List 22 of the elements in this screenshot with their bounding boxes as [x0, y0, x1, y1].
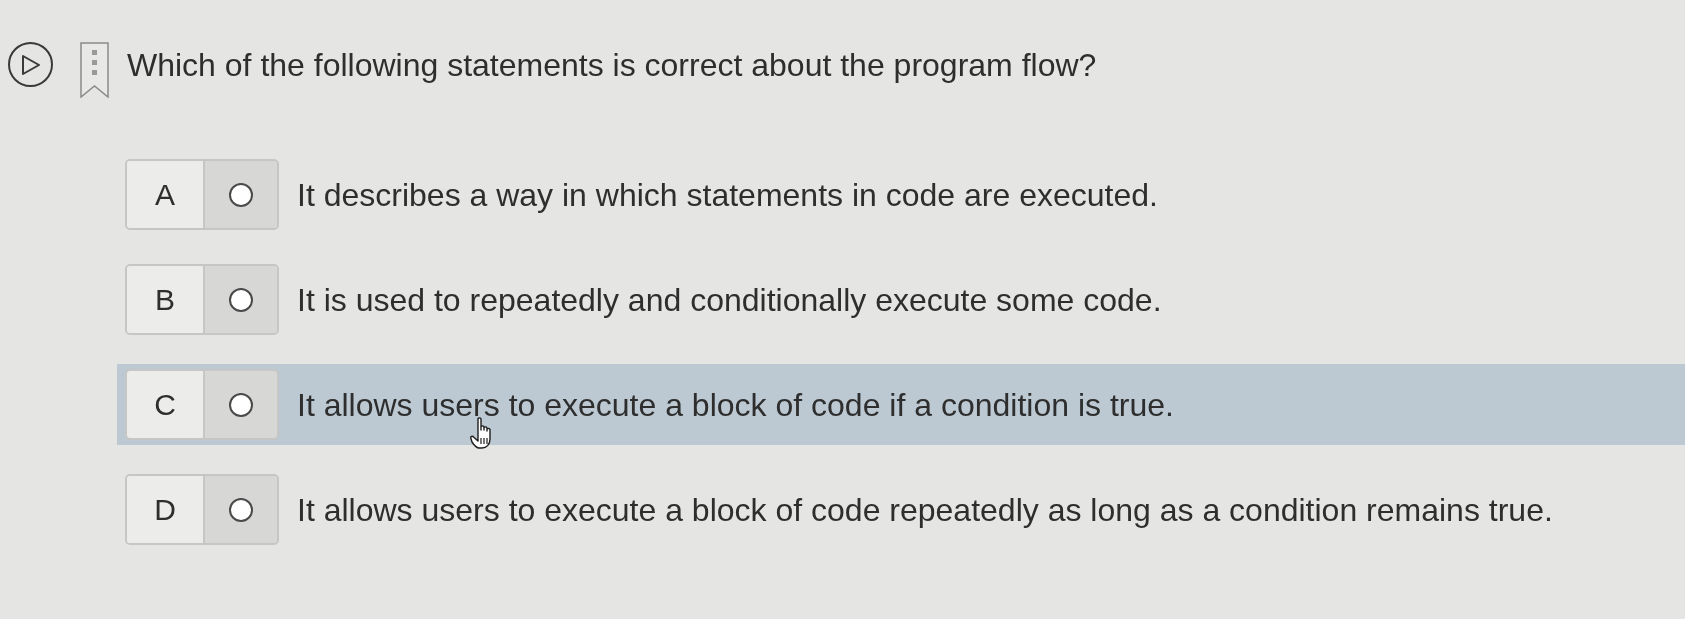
option-row[interactable]: B It is used to repeatedly and conditionally execute some code. — [117, 259, 1685, 340]
play-button[interactable] — [8, 42, 53, 87]
radio-button[interactable] — [229, 182, 253, 207]
option-choice-box[interactable]: B — [125, 264, 279, 335]
option-letter: D — [127, 476, 205, 543]
option-text: It allows users to execute a block of code if a condition is true. — [297, 385, 1174, 424]
option-text: It describes a way in which statements in code are executed. — [297, 175, 1158, 214]
option-text: It is used to repeatedly and conditionally execute some code. — [297, 280, 1162, 319]
option-letter: A — [127, 161, 205, 228]
option-choice-box[interactable]: C — [125, 369, 279, 440]
radio-button[interactable] — [229, 392, 253, 417]
option-letter: C — [127, 371, 205, 438]
question-text: Which of the following statements is correct about the program flow? — [127, 46, 1097, 84]
option-row[interactable]: D It allows users to execute a block of code repeatedly as long as a condition remains true. — [117, 469, 1685, 550]
option-choice-box[interactable]: D — [125, 474, 279, 545]
option-choice-box[interactable]: A — [125, 159, 279, 230]
radio-button[interactable] — [229, 497, 253, 522]
option-row[interactable]: A It describes a way in which statements in code are executed. — [117, 154, 1685, 235]
play-icon — [20, 53, 41, 76]
option-text: It allows users to execute a block of code repeatedly as long as a condition remains true. — [297, 490, 1553, 529]
radio-button[interactable] — [229, 287, 253, 312]
option-letter: B — [127, 266, 205, 333]
